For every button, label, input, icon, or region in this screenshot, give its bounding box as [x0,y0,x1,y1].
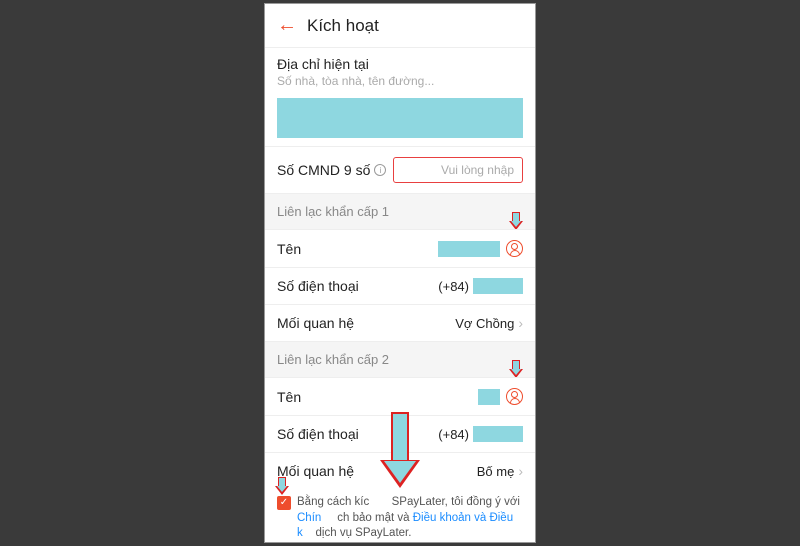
contact1-phone-value: (+84) [438,278,523,294]
emergency-contact-2-header: Liên lạc khẩn cấp 2 [265,341,535,377]
annotation-arrow-icon [511,212,521,230]
info-icon[interactable]: i [374,164,386,176]
address-section: Địa chỉ hiện tại Số nhà, tòa nhà, tên đư… [265,48,535,92]
contact1-relation-row[interactable]: Mối quan hệ Vợ Chồng› [265,304,535,341]
contact1-phone-row[interactable]: Số điện thoại (+84) [265,267,535,304]
page-title: Kích hoạt [307,16,379,36]
contact-picker-icon[interactable] [506,240,523,257]
chevron-right-icon: › [518,315,523,331]
cmnd-input[interactable]: Vui lòng nhập [393,157,523,183]
contact2-name-row[interactable]: Tên [265,377,535,415]
contact1-name-value [438,240,523,257]
contact2-rel-label: Mối quan hệ [277,463,354,479]
address-hint: Số nhà, tòa nhà, tên đường... [277,74,523,88]
cmnd-row: Số CMND 9 số i Vui lòng nhập [265,146,535,193]
app-screen: ← Kích hoạt Địa chỉ hiện tại Số nhà, tòa… [264,3,536,543]
chevron-right-icon: › [518,463,523,479]
consent-checkbox[interactable]: ✓ [277,496,291,510]
address-label: Địa chỉ hiện tại [277,56,523,72]
consent-text: Bằng cách kíc SPayLater, tôi đồng ý với … [297,495,523,542]
contact2-phone-value: (+84) [438,426,523,442]
privacy-link[interactable]: Chín [297,512,321,524]
contact2-phone-label: Số điện thoại [277,426,359,442]
contact1-phone-label: Số điện thoại [277,278,359,294]
consent-block: ✓ Bằng cách kíc SPayLater, tôi đồng ý vớ… [265,489,535,543]
contact2-rel-value: Bố mẹ› [477,463,523,479]
back-arrow-icon[interactable]: ← [277,14,297,37]
address-input-redacted[interactable] [277,98,523,138]
header-bar: ← Kích hoạt [265,4,535,48]
contact1-name-label: Tên [277,241,301,257]
contact2-name-label: Tên [277,389,301,405]
annotation-arrow-icon [511,360,521,378]
emergency-contact-1-header: Liên lạc khẩn cấp 1 [265,193,535,229]
cmnd-label: Số CMND 9 số i [277,162,386,178]
contact1-rel-value: Vợ Chồng› [455,315,523,331]
contact2-relation-row[interactable]: Mối quan hệ Bố mẹ› [265,452,535,489]
contact1-rel-label: Mối quan hệ [277,315,354,331]
contact2-name-value [478,388,523,405]
contact1-name-row[interactable]: Tên [265,229,535,267]
contact-picker-icon[interactable] [506,388,523,405]
contact2-phone-row[interactable]: Số điện thoại (+84) [265,415,535,452]
